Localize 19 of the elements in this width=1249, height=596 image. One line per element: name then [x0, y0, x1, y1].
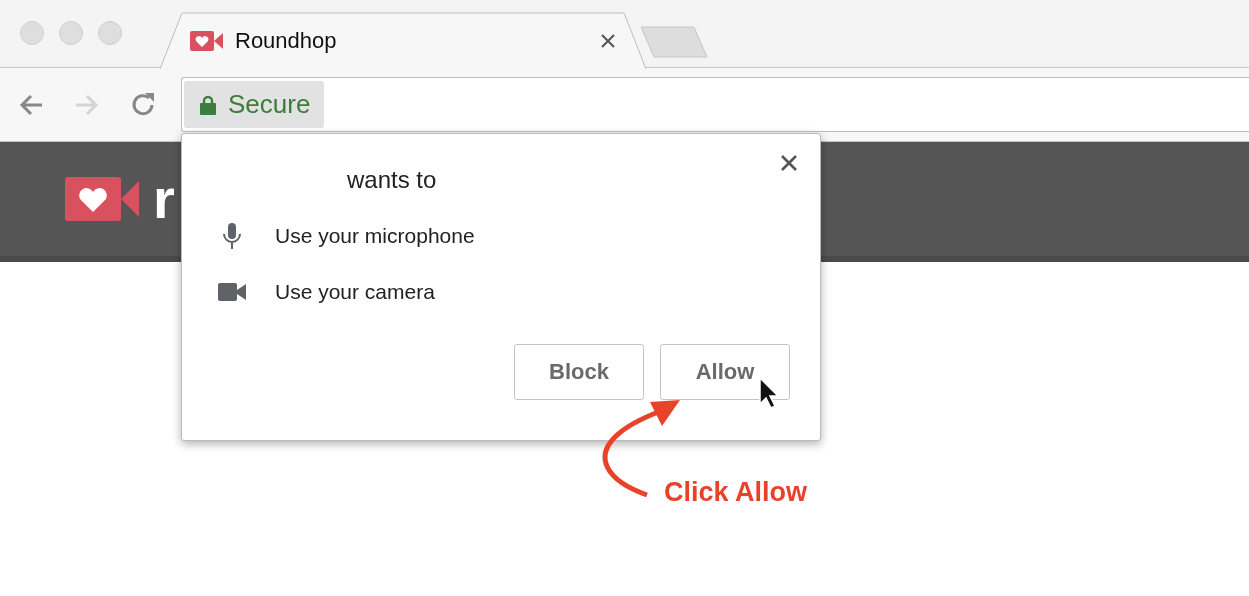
address-bar[interactable]: Secure: [181, 77, 1249, 132]
annotation-text: Click Allow: [664, 477, 808, 508]
window-button[interactable]: [98, 21, 122, 45]
permission-label: Use your camera: [275, 280, 435, 304]
dialog-button[interactable]: Allow: [660, 344, 790, 400]
security-chip[interactable]: Secure: [184, 81, 325, 128]
close-icon[interactable]: [600, 32, 616, 49]
dialog-heading: wants to: [346, 166, 438, 194]
security-label: Secure: [228, 89, 311, 120]
video-camera-icon: [217, 282, 247, 302]
window-button[interactable]: [59, 21, 83, 45]
lock-icon: [200, 94, 216, 115]
new-tab-button[interactable]: [640, 26, 708, 58]
tab-title: Roundhop: [235, 27, 338, 54]
permission-label: Use your microphone: [275, 224, 475, 248]
logo-text: r: [153, 171, 175, 227]
window-button[interactable]: [20, 21, 44, 45]
video-heart-icon: [190, 30, 223, 51]
dialog-button[interactable]: Block: [514, 344, 644, 400]
